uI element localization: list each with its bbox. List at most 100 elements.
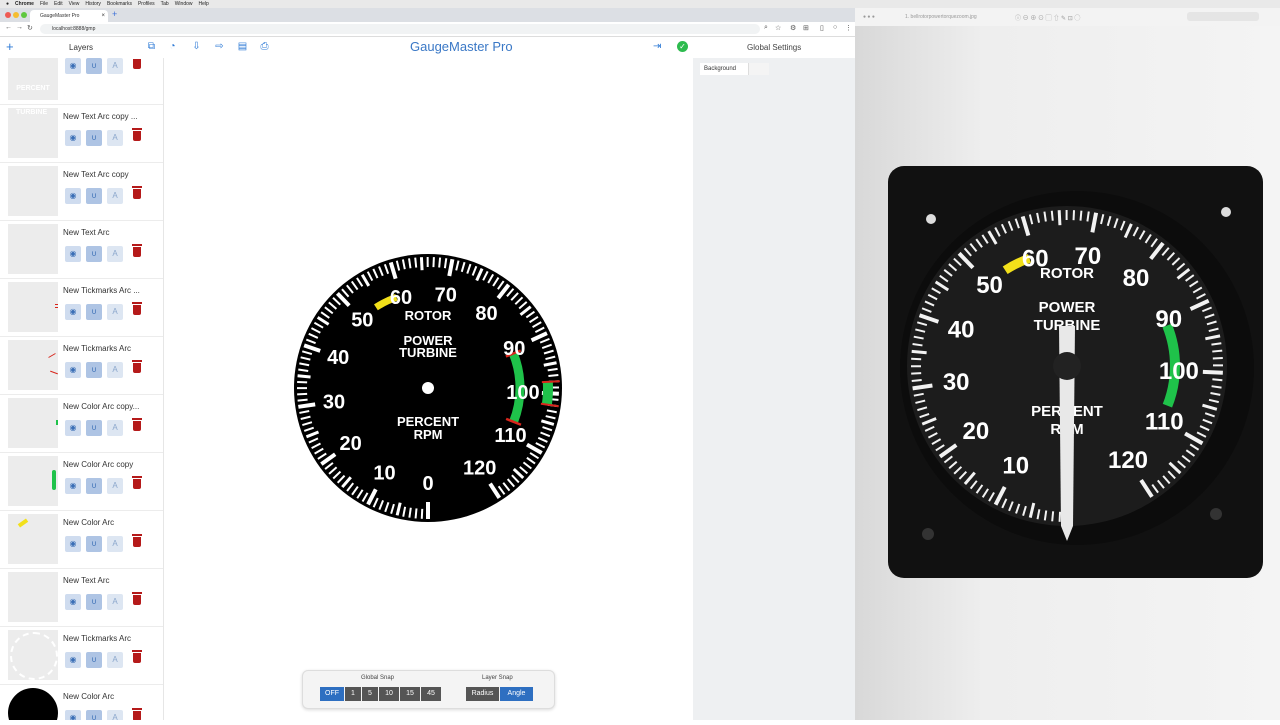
text-icon[interactable]: A [107,188,123,204]
magnet-icon[interactable]: ∪ [86,420,102,436]
visibility-icon[interactable]: ◉ [65,420,81,436]
text-icon[interactable]: A [107,594,123,610]
delete-icon[interactable] [133,59,141,69]
close-window-button[interactable] [5,12,11,18]
snap-1-button[interactable]: 1 [345,687,361,701]
address-bar[interactable]: localhost:8888/gmp [40,24,760,34]
layer-item[interactable]: New Color Arc◉∪A [0,510,163,569]
snap-15-button[interactable]: 15 [400,687,420,701]
menu-edit[interactable]: Edit [54,1,63,7]
gauge-canvas[interactable]: 0102030405060708090100110120 ROTOR POWER… [164,58,693,720]
delete-icon[interactable] [133,479,141,489]
snap-5-button[interactable]: 5 [362,687,378,701]
delete-icon[interactable] [133,247,141,257]
visibility-icon[interactable]: ◉ [65,710,81,720]
duplicate-icon[interactable]: ⧉ [146,41,157,52]
snap-radius-button[interactable]: Radius [466,687,499,701]
add-layer-button[interactable]: + [6,39,14,54]
visibility-icon[interactable]: ◉ [65,652,81,668]
text-icon[interactable]: A [107,420,123,436]
visibility-icon[interactable]: ◉ [65,304,81,320]
menu-file[interactable]: File [40,1,48,7]
magnet-icon[interactable]: ∪ [86,304,102,320]
visibility-icon[interactable]: ◉ [65,246,81,262]
magnet-icon[interactable]: ∪ [86,652,102,668]
delete-icon[interactable] [133,189,141,199]
layer-item[interactable]: TURBINENew Text Arc copy ...◉∪A [0,104,163,163]
puzzle-icon[interactable]: ⊞ [803,24,809,32]
menu-window[interactable]: Window [175,1,193,7]
magnet-icon[interactable]: ∪ [86,594,102,610]
text-icon[interactable]: A [107,710,123,720]
visibility-icon[interactable]: ◉ [65,188,81,204]
maximize-window-button[interactable] [21,12,27,18]
layer-item[interactable]: New Text Arc copy◉∪A [0,162,163,221]
visibility-icon[interactable]: ◉ [65,130,81,146]
menu-bookmarks[interactable]: Bookmarks [107,1,132,7]
layer-item[interactable]: New Tickmarks Arc ...◉∪A [0,278,163,337]
close-tab-icon[interactable]: × [101,10,105,22]
text-icon[interactable]: A [107,652,123,668]
layer-item[interactable]: New Text Arc◉∪A [0,568,163,627]
bookmark-star-icon[interactable]: ☆ [775,24,781,32]
delete-icon[interactable] [133,595,141,605]
text-icon[interactable]: A [107,362,123,378]
layer-item[interactable]: New Tickmarks Arc◉∪A [0,626,163,685]
text-icon[interactable]: A [107,304,123,320]
delete-icon[interactable] [133,711,141,720]
delete-icon[interactable] [133,421,141,431]
forward-icon[interactable]: → [16,24,23,31]
magnet-icon[interactable]: ∪ [86,246,102,262]
magnet-icon[interactable]: ∪ [86,536,102,552]
text-icon[interactable]: A [107,58,123,74]
layer-item[interactable]: New Color Arc copy...◉∪A [0,394,163,453]
viewer-traffic-lights[interactable]: ● ● ● [863,14,875,20]
delete-icon[interactable] [133,363,141,373]
text-icon[interactable]: A [107,130,123,146]
delete-icon[interactable] [133,305,141,315]
visibility-icon[interactable]: ◉ [65,594,81,610]
magnet-icon[interactable]: ∪ [86,478,102,494]
visibility-icon[interactable]: ◉ [65,536,81,552]
gauge-icon[interactable]: ◔ [167,41,178,52]
delete-icon[interactable] [133,537,141,547]
background-color-swatch[interactable] [748,63,769,75]
menu-chrome[interactable]: Chrome [15,1,34,7]
magnet-icon[interactable]: ∪ [86,130,102,146]
snap-10-button[interactable]: 10 [379,687,399,701]
background-setting[interactable]: Background [700,63,768,75]
viewer-search-field[interactable] [1187,12,1259,21]
menu-history[interactable]: History [85,1,101,7]
menu-help[interactable]: Help [199,1,209,7]
import-icon[interactable]: ⇩ [191,41,202,52]
menu-view[interactable]: View [69,1,80,7]
snap-angle-button[interactable]: Angle [500,687,533,701]
logout-icon[interactable]: ⇥ [653,41,661,52]
viewer-tool-icons[interactable]: ⓘ ⊖ ⊕ ⊙ ▢ ⇧ ✎ ⊡ ◯ [1015,13,1080,22]
delete-icon[interactable] [133,131,141,141]
sidebar-icon[interactable]: ▯ [820,24,824,32]
snap-off-button[interactable]: OFF [320,687,344,701]
layer-item[interactable]: PERCENT ◉ ∪ A [0,58,163,105]
magnet-icon[interactable]: ∪ [86,362,102,378]
browser-tab[interactable]: GaugeMaster Pro × [30,10,108,22]
layer-item[interactable]: New Color Arc◉∪A [0,684,163,720]
magnet-icon[interactable]: ∪ [86,188,102,204]
text-icon[interactable]: A [107,246,123,262]
zoom-icon[interactable]: ⌕ [764,24,768,32]
kebab-menu-icon[interactable]: ⋮ [845,24,852,32]
new-tab-icon[interactable]: + [112,9,117,19]
visibility-icon[interactable]: ◉ [65,58,81,74]
reload-icon[interactable]: ↻ [27,24,33,32]
file-icon[interactable]: ▤ [237,41,248,52]
profile-icon[interactable]: ○ [833,24,837,31]
text-icon[interactable]: A [107,536,123,552]
delete-icon[interactable] [133,653,141,663]
print-icon[interactable]: ⎙ [259,41,270,52]
text-icon[interactable]: A [107,478,123,494]
menu-tab[interactable]: Tab [161,1,169,7]
menu-profiles[interactable]: Profiles [138,1,155,7]
minimize-window-button[interactable] [13,12,19,18]
extension-icon[interactable]: ⚙ [790,24,796,32]
layer-item[interactable]: New Color Arc copy◉∪A [0,452,163,511]
